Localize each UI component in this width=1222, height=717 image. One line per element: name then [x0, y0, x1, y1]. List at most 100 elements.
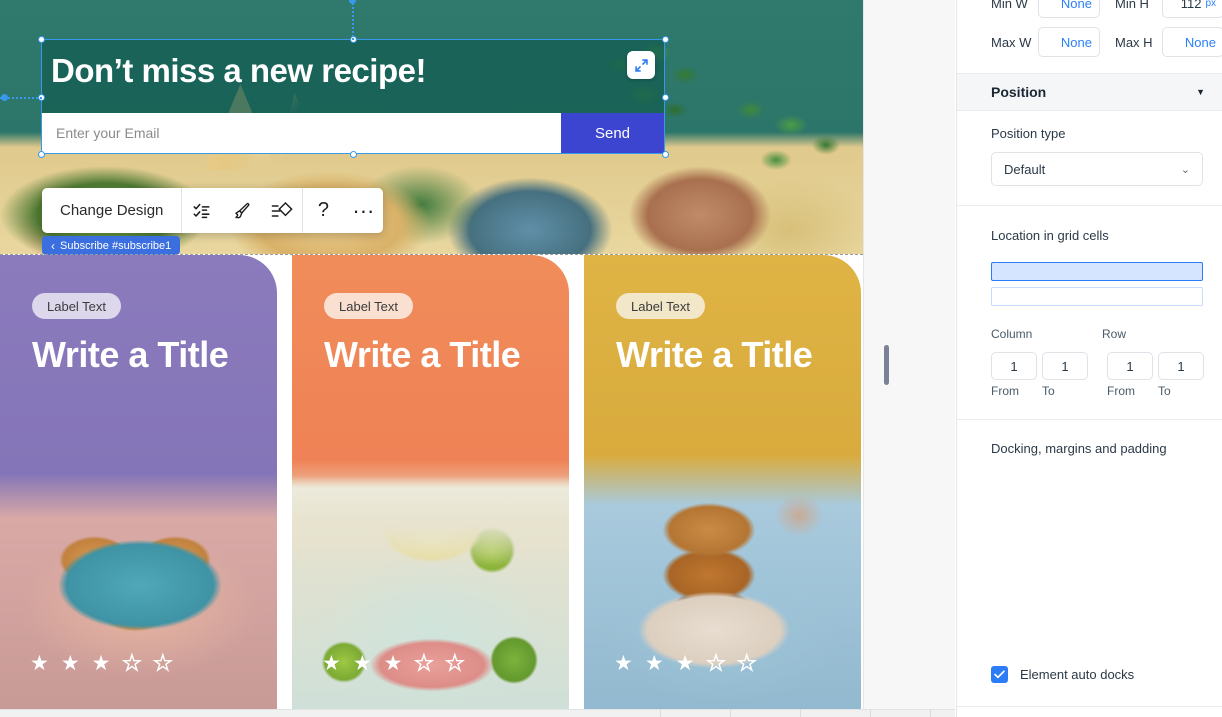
- min-height-label: Min H: [1115, 0, 1149, 11]
- grid-location-label: Location in grid cells: [991, 228, 1109, 243]
- canvas-bottom-ruler[interactable]: [0, 709, 955, 717]
- margin-guide-left-anchor: [0, 93, 8, 101]
- star-filled: ★: [614, 652, 633, 675]
- subscribe-widget[interactable]: Don’t miss a new recipe! Enter your Emai…: [42, 40, 664, 153]
- docking-section-label: Docking, margins and padding: [991, 441, 1167, 456]
- expand-diagonal-icon[interactable]: [627, 51, 655, 79]
- position-section-title: Position: [991, 84, 1047, 100]
- animation-diamond-icon[interactable]: [262, 188, 302, 233]
- card-item[interactable]: Label Text Write a Title ★ ★ ★ ★ ★: [0, 255, 277, 710]
- margin-guide-top-anchor: [348, 0, 356, 4]
- min-width-field[interactable]: Min W None: [991, 0, 1100, 18]
- properties-panel[interactable]: Min W None Min H 112 px Max W None Max H…: [956, 0, 1222, 717]
- min-width-label: Min W: [991, 0, 1028, 11]
- cards-section[interactable]: Label Text Write a Title ★ ★ ★ ★ ★ Label…: [0, 255, 863, 710]
- row-from-caption: From: [1107, 384, 1135, 398]
- min-height-field[interactable]: Min H 112 px: [1115, 0, 1222, 18]
- card-item[interactable]: Label Text Write a Title ★ ★ ★ ★ ★: [292, 255, 569, 710]
- position-type-value: Default: [1004, 161, 1046, 177]
- star-filled: ★: [30, 652, 49, 675]
- change-design-button[interactable]: Change Design: [42, 188, 183, 233]
- canvas-scrollbar-thumb[interactable]: [884, 345, 889, 385]
- max-width-label: Max W: [991, 34, 1032, 50]
- canvas-right-gutter: [863, 0, 955, 717]
- card-rating[interactable]: ★ ★ ★ ★ ★: [614, 652, 757, 675]
- design-canvas[interactable]: Don’t miss a new recipe! Enter your Emai…: [0, 0, 955, 717]
- card-item[interactable]: Label Text Write a Title ★ ★ ★ ★ ★: [584, 255, 861, 710]
- column-from-caption: From: [991, 384, 1019, 398]
- max-height-label: Max H: [1115, 34, 1153, 50]
- card-label-pill: Label Text: [324, 293, 414, 319]
- star-filled: ★: [60, 652, 80, 675]
- card-title: Write a Title: [324, 334, 521, 375]
- more-options-icon[interactable]: ···: [343, 188, 383, 233]
- star-empty: ★: [706, 652, 726, 675]
- card-rating[interactable]: ★ ★ ★ ★ ★: [30, 652, 173, 675]
- help-question-glyph: ?: [317, 199, 329, 221]
- card-title: Write a Title: [32, 334, 229, 375]
- auto-docks-label: Element auto docks: [1020, 667, 1135, 682]
- star-empty: ★: [122, 652, 142, 675]
- position-type-select[interactable]: Default ⌄: [991, 152, 1203, 186]
- canvas-vertical-scrollbar[interactable]: [884, 0, 889, 717]
- expand-diagonal-glyph: [634, 58, 648, 72]
- max-width-input[interactable]: None: [1038, 27, 1100, 57]
- column-to-input[interactable]: 1: [1042, 352, 1088, 380]
- page-sheet: Don’t miss a new recipe! Enter your Emai…: [0, 0, 863, 717]
- paintbrush-icon[interactable]: [222, 188, 262, 233]
- star-empty: ★: [414, 652, 434, 675]
- email-field[interactable]: Enter your Email: [42, 113, 561, 153]
- card-label-pill: Label Text: [32, 293, 122, 319]
- subscribe-form[interactable]: Enter your Email Send: [42, 113, 664, 153]
- card-rating[interactable]: ★ ★ ★ ★ ★: [322, 652, 465, 675]
- card-label-pill: Label Text: [616, 293, 706, 319]
- panel-divider-2: [957, 419, 1222, 420]
- paintbrush-glyph: [235, 202, 250, 218]
- star-filled: ★: [352, 652, 372, 675]
- grid-cell-row-2[interactable]: [991, 287, 1203, 306]
- send-button[interactable]: Send: [561, 113, 664, 153]
- margin-guide-top: [352, 0, 354, 40]
- subscribe-header: Don’t miss a new recipe!: [42, 40, 664, 113]
- settings-checklist-glyph: [193, 203, 210, 218]
- row-to-input[interactable]: 1: [1158, 352, 1204, 380]
- column-label: Column: [991, 327, 1033, 341]
- subscribe-element-tag-label: Subscribe #subscribe1: [60, 239, 172, 252]
- min-width-value: None: [1060, 0, 1092, 11]
- min-height-unit: px: [1205, 0, 1216, 9]
- settings-checklist-icon[interactable]: [182, 188, 222, 233]
- grid-cell-row-1[interactable]: [991, 262, 1203, 281]
- max-height-value: None: [1184, 34, 1216, 50]
- caret-down-icon[interactable]: ▼: [1196, 87, 1205, 97]
- min-height-value: 112: [1180, 0, 1202, 11]
- star-filled: ★: [383, 652, 403, 675]
- subscribe-element-tag[interactable]: ‹ Subscribe #subscribe1: [42, 236, 181, 255]
- star-empty: ★: [445, 652, 465, 675]
- chevron-left-icon: ‹: [51, 238, 55, 253]
- ruler-ticks: [0, 709, 955, 717]
- max-height-input[interactable]: None: [1162, 27, 1222, 57]
- editor-window: Don’t miss a new recipe! Enter your Emai…: [0, 0, 1222, 717]
- help-question-icon[interactable]: ?: [303, 188, 343, 233]
- max-width-value: None: [1060, 34, 1092, 50]
- column-to-caption: To: [1042, 384, 1055, 398]
- star-filled: ★: [91, 652, 111, 675]
- position-type-label: Position type: [991, 126, 1066, 141]
- animation-diamond-glyph: [272, 201, 294, 217]
- min-width-input[interactable]: None: [1038, 0, 1100, 18]
- element-auto-docks-row[interactable]: Element auto docks: [991, 666, 1134, 683]
- star-filled: ★: [644, 652, 664, 675]
- column-from-input[interactable]: 1: [991, 352, 1037, 380]
- min-height-input[interactable]: 112 px: [1162, 0, 1222, 18]
- auto-docks-checkbox[interactable]: [991, 666, 1008, 683]
- row-to-caption: To: [1158, 384, 1171, 398]
- max-height-field[interactable]: Max H None: [1115, 27, 1222, 57]
- toolbar-group-main: [182, 188, 304, 233]
- element-toolbar[interactable]: Change Design ? ···: [42, 188, 384, 233]
- hero-herbs-decor-2: [726, 90, 856, 220]
- toolbar-group-help: ? ···: [303, 188, 383, 233]
- panel-divider-3: [957, 706, 1222, 707]
- max-width-field[interactable]: Max W None: [991, 27, 1100, 57]
- row-from-input[interactable]: 1: [1107, 352, 1153, 380]
- position-section-header[interactable]: Position ▼: [957, 73, 1222, 111]
